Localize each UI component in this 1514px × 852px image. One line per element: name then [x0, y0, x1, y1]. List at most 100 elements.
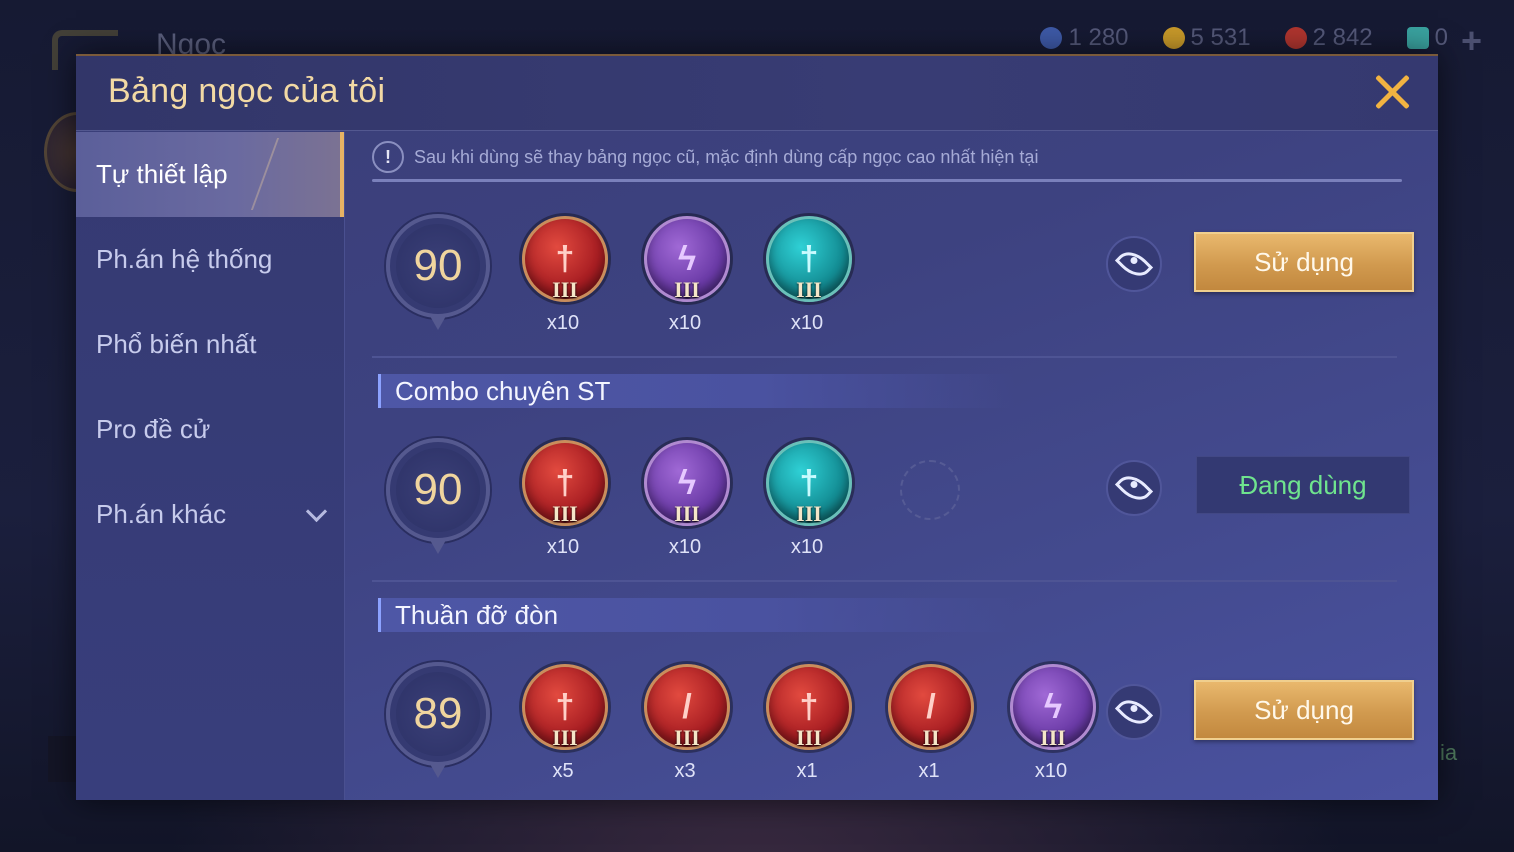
- gem-tier: III: [796, 501, 822, 526]
- sword-gem-icon: † III: [522, 664, 608, 750]
- currency-ticket: 0: [1406, 24, 1448, 52]
- gem-item[interactable]: / III x3: [644, 664, 730, 783]
- decoration: [250, 138, 340, 210]
- gem-glyph: †: [555, 464, 575, 502]
- level-number: 90: [413, 465, 463, 514]
- sword-gem-icon: † III: [766, 216, 852, 302]
- gem-slot-empty[interactable]: [888, 440, 970, 559]
- level-badge: 90: [386, 214, 490, 330]
- currency-value: 2 842: [1312, 24, 1373, 51]
- notice: ! Sau khi dùng sẽ thay bảng ngọc cũ, mặc…: [372, 141, 1039, 173]
- preview-button[interactable]: [1106, 236, 1162, 292]
- sidebar-item-pro[interactable]: Pro đề cử: [76, 387, 344, 472]
- gem-tier: III: [1040, 725, 1066, 750]
- currency-gem: 1 280: [1040, 24, 1129, 52]
- gem-list: † III x10 ϟ III x10 † III x10: [522, 216, 852, 335]
- gem-list: † III x10 ϟ III x10 † III x10: [522, 440, 970, 559]
- eye-icon: [1114, 244, 1154, 284]
- gem-item[interactable]: † III x10: [766, 440, 852, 559]
- notice-text: Sau khi dùng sẽ thay bảng ngọc cũ, mặc đ…: [414, 146, 1039, 167]
- sidebar-item-label: Tự thiết lập: [96, 159, 228, 189]
- sidebar-item-other[interactable]: Ph.án khác: [76, 472, 344, 557]
- use-button[interactable]: Sử dụng: [1194, 232, 1414, 292]
- sword-gem-icon: † III: [766, 664, 852, 750]
- empty-slot-icon: [900, 460, 960, 520]
- lightning-gem-icon: ϟ III: [644, 216, 730, 302]
- rune-page-list: ! Sau khi dùng sẽ thay bảng ngọc cũ, mặc…: [372, 132, 1414, 800]
- gem-glyph: †: [799, 240, 819, 278]
- gem-tier: III: [796, 277, 822, 302]
- gem-count: x1: [918, 760, 940, 782]
- gem-item[interactable]: † III x10: [522, 440, 608, 559]
- close-icon[interactable]: [1372, 72, 1412, 112]
- preview-button[interactable]: [1106, 684, 1162, 740]
- add-currency-button[interactable]: +: [1461, 20, 1482, 62]
- sidebar: Tự thiết lập Ph.án hệ thống Phổ biến nhấ…: [76, 132, 345, 800]
- gem-tier: II: [922, 725, 940, 750]
- sidebar-item-system[interactable]: Ph.án hệ thống: [76, 217, 344, 302]
- gem-tier: III: [552, 501, 578, 526]
- eye-icon: [1114, 468, 1154, 508]
- gem-glyph: /: [926, 688, 936, 726]
- in-use-status: Đang dùng: [1196, 456, 1410, 514]
- rune-page-modal: Bảng ngọc của tôi Tự thiết lập Ph.án hệ …: [76, 54, 1438, 800]
- gem-currency-icon: [1040, 27, 1063, 49]
- sword-gem-icon: † III: [522, 440, 608, 526]
- sidebar-item-label: Pro đề cử: [96, 414, 211, 444]
- currency-value: 0: [1434, 24, 1448, 51]
- background-panel: [48, 736, 78, 782]
- gem-tier: III: [552, 277, 578, 302]
- gem-tier: III: [552, 725, 578, 750]
- gem-item[interactable]: ϟ III x10: [644, 440, 730, 559]
- chevron-down-icon: [305, 500, 328, 523]
- gem-glyph: †: [555, 688, 575, 726]
- gem-glyph: /: [682, 688, 692, 726]
- gem-glyph: †: [799, 464, 819, 502]
- lightning-gem-icon: ϟ III: [644, 440, 730, 526]
- eye-icon: [1114, 692, 1154, 732]
- gem-count: x1: [796, 760, 818, 782]
- gem-glyph: ϟ: [678, 240, 696, 278]
- page-title: Combo chuyên ST: [378, 374, 1015, 408]
- level-number: 89: [413, 689, 463, 738]
- use-button[interactable]: Sử dụng: [1194, 680, 1414, 740]
- info-icon: !: [372, 141, 404, 173]
- divider: [372, 179, 1402, 182]
- divider: [372, 580, 1397, 582]
- gem-count: x10: [790, 312, 824, 334]
- gem-count: x10: [1034, 760, 1068, 782]
- currency-value: 1 280: [1068, 24, 1129, 51]
- level-badge: 89: [386, 662, 490, 778]
- sidebar-item-label: Phổ biến nhất: [96, 329, 257, 359]
- gem-count: x10: [668, 536, 702, 558]
- rune-page-row: 89 † III x5 / III x3 † III x1 / II x1 ϟ …: [372, 656, 1414, 806]
- gem-count: x10: [546, 312, 580, 334]
- gem-tier: III: [674, 501, 700, 526]
- gem-item[interactable]: ϟ III x10: [1010, 664, 1096, 783]
- sidebar-item-label: Ph.án khác: [96, 499, 227, 529]
- lightning-gem-icon: ϟ III: [1010, 664, 1096, 750]
- sidebar-item-custom[interactable]: Tự thiết lập: [76, 132, 344, 217]
- level-number: 90: [413, 241, 463, 290]
- gem-tier: III: [674, 725, 700, 750]
- modal-title: Bảng ngọc của tôi: [108, 72, 386, 110]
- sidebar-item-popular[interactable]: Phổ biến nhất: [76, 302, 344, 387]
- preview-button[interactable]: [1106, 460, 1162, 516]
- gem-item[interactable]: ϟ III x10: [644, 216, 730, 335]
- level-badge: 90: [386, 438, 490, 554]
- gem-item[interactable]: † III x1: [766, 664, 852, 783]
- gem-list: † III x5 / III x3 † III x1 / II x1 ϟ III…: [522, 664, 1096, 783]
- gem-count: x10: [546, 536, 580, 558]
- gem-item[interactable]: † III x5: [522, 664, 608, 783]
- background-text: ia: [1440, 740, 1458, 765]
- gold-coin-icon: [1162, 27, 1185, 49]
- gem-glyph: †: [799, 688, 819, 726]
- gem-item[interactable]: † III x10: [766, 216, 852, 335]
- gem-tier: III: [674, 277, 700, 302]
- gem-glyph: †: [555, 240, 575, 278]
- currency-gold: 5 531: [1162, 24, 1251, 52]
- gem-item[interactable]: / II x1: [888, 664, 974, 783]
- sword-gem-icon: † III: [522, 216, 608, 302]
- gem-item[interactable]: † III x10: [522, 216, 608, 335]
- blade-gem-icon: / II: [888, 664, 974, 750]
